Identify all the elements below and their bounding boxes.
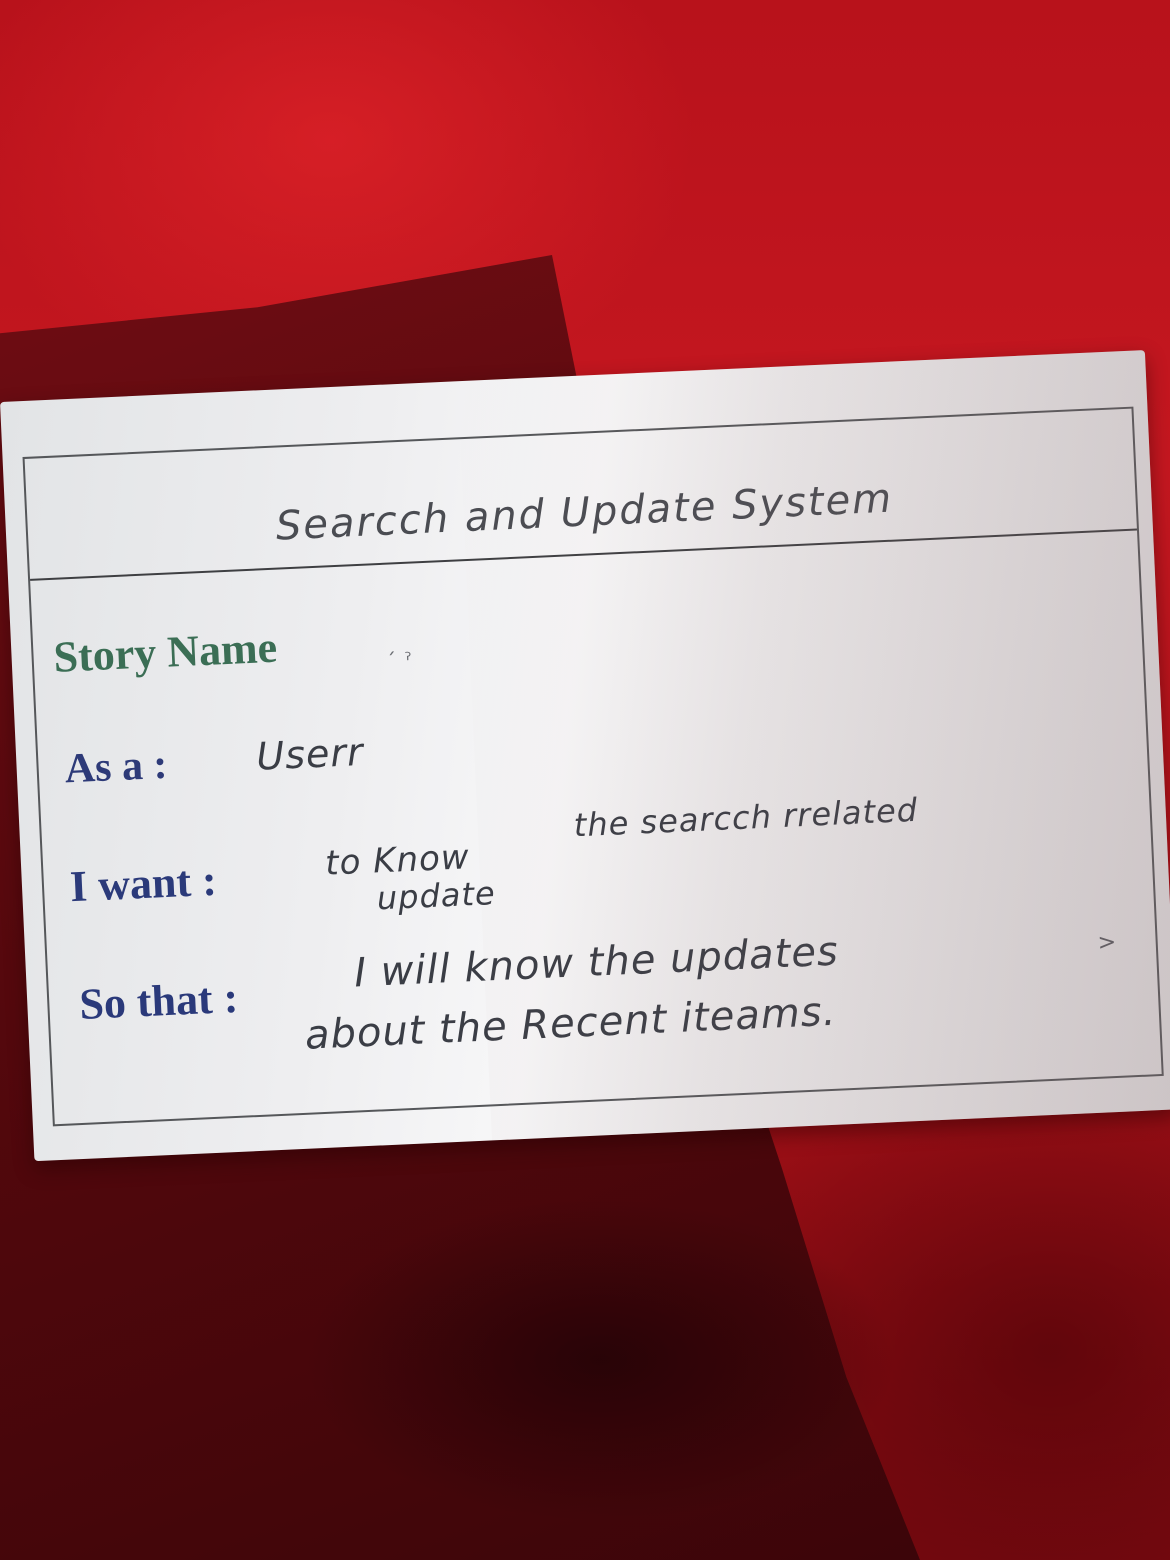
so-that-label: So that : — [78, 972, 240, 1029]
so-that-value-line2: about the Recent iteams. — [304, 988, 838, 1059]
card-border-frame: Searcch and Update System Story Name ˊ ˀ… — [22, 406, 1164, 1127]
story-name-label: Story Name — [52, 622, 279, 682]
as-a-label: As a : — [63, 741, 169, 793]
so-that-value-line1: I will know the updates — [353, 928, 840, 997]
card-title-row: Searcch and Update System — [24, 408, 1138, 581]
user-story-card: Searcch and Update System Story Name ˊ ˀ… — [0, 350, 1170, 1162]
cloth-fold-shadow — [180, 1120, 1080, 1560]
i-want-value-line2: the searcch rrelated — [572, 790, 919, 845]
pen-mark-caret: > — [1097, 929, 1118, 956]
i-want-value-line3: update — [376, 874, 497, 918]
i-want-label: I want : — [68, 855, 218, 912]
handwritten-title: Searcch and Update System — [274, 475, 895, 550]
pen-mark: ˊ ˀ — [385, 647, 414, 673]
as-a-value: Userr — [255, 729, 365, 779]
